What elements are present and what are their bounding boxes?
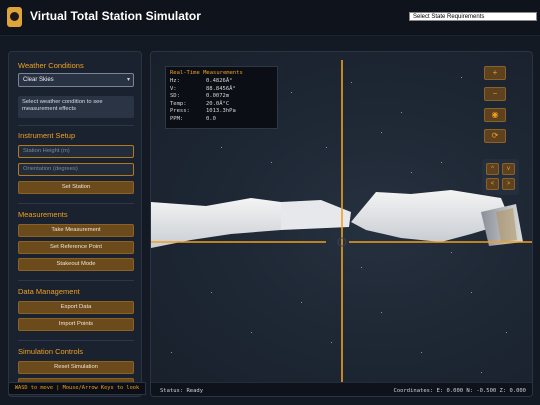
star — [411, 172, 412, 173]
navigation-pad: ^ v < > — [482, 159, 519, 195]
star — [326, 147, 327, 148]
instrument-section-title: Instrument Setup — [18, 131, 76, 140]
terrain-slab-left — [151, 198, 281, 248]
divider — [18, 280, 134, 281]
stakeout-mode-button[interactable]: Stakeout Mode — [18, 258, 134, 271]
readout-row: V: 88.8456Â° — [170, 85, 236, 92]
star — [441, 162, 442, 163]
star — [421, 352, 422, 353]
export-data-button[interactable]: Export Data — [18, 301, 134, 314]
star — [381, 132, 382, 133]
weather-selected-value: Clear Skies — [23, 77, 54, 83]
star — [471, 292, 472, 293]
chevron-down-icon: ▾ — [126, 77, 130, 83]
star — [351, 82, 352, 83]
station-height-input[interactable]: Station Height (m) — [18, 145, 134, 158]
take-measurement-button[interactable]: Take Measurement — [18, 224, 134, 237]
readout-row: PPM: 0.0 — [170, 115, 216, 122]
reset-view-button[interactable]: ⟳ — [484, 129, 506, 143]
nav-right-icon[interactable]: > — [502, 178, 515, 190]
nav-down-icon[interactable]: v — [502, 163, 515, 175]
weather-info: Select weather condition to see measurem… — [18, 96, 134, 118]
star — [331, 342, 332, 343]
logo-icon — [7, 7, 22, 27]
readout-row: SD: 0.0072m — [170, 93, 230, 100]
star — [171, 352, 172, 353]
star — [461, 77, 462, 78]
set-station-button[interactable]: Set Station — [18, 181, 134, 194]
star — [451, 252, 452, 253]
star — [291, 92, 292, 93]
simulation-section-title: Simulation Controls — [18, 347, 84, 356]
weather-select[interactable]: Clear Skies ▾ — [18, 73, 134, 87]
measurements-section-title: Measurements — [18, 210, 68, 219]
state-requirements-select[interactable]: Select State Requirements — [409, 12, 537, 21]
readout-title: Real-Time Measurements — [170, 70, 243, 76]
divider — [18, 125, 134, 126]
star — [381, 312, 382, 313]
nav-left-icon[interactable]: < — [486, 178, 499, 190]
data-management-section-title: Data Management — [18, 287, 80, 296]
nav-up-icon[interactable]: ^ — [486, 163, 499, 175]
divider — [18, 203, 134, 204]
weather-section-title: Weather Conditions — [18, 61, 84, 70]
import-points-button[interactable]: Import Points — [18, 318, 134, 331]
readout-row: Hz: 0.4826Â° — [170, 78, 233, 84]
star — [211, 292, 212, 293]
status-text: Status: Ready — [160, 388, 204, 394]
zoom-out-button[interactable]: − — [484, 87, 506, 101]
simulation-viewport[interactable]: Real-Time Measurements Hz: 0.4826Â° V: 88.… — [150, 51, 533, 397]
status-bar: Status: Ready Coordinates: E: 0.000 N: -… — [151, 382, 532, 396]
set-reference-point-button[interactable]: Set Reference Point — [18, 241, 134, 254]
controls-hint: WASD to move | Mouse/Arrow Keys to look — [8, 382, 146, 395]
app-title: Virtual Total Station Simulator — [30, 9, 201, 23]
target-button[interactable]: ◉ — [484, 108, 506, 122]
app-header: Virtual Total Station Simulator Select S… — [0, 0, 540, 36]
readout-row: Temp: 20.0Â°C — [170, 100, 230, 107]
control-sidebar: Weather Conditions Clear Skies ▾ Select … — [8, 51, 142, 397]
star — [271, 162, 272, 163]
terrain-slab-mid — [281, 200, 351, 230]
star — [481, 372, 482, 373]
zoom-in-button[interactable]: + — [484, 66, 506, 80]
orientation-input[interactable]: Orientation (degrees) — [18, 163, 134, 176]
star — [221, 147, 222, 148]
readout-row: Press: 1013.3hPa — [170, 108, 236, 115]
star — [401, 112, 402, 113]
star — [361, 267, 362, 268]
measurements-readout: Real-Time Measurements Hz: 0.4826Â° V: 88.… — [165, 66, 278, 129]
star — [506, 332, 507, 333]
divider — [18, 340, 134, 341]
reset-simulation-button[interactable]: Reset Simulation — [18, 361, 134, 374]
coordinates-readout: Coordinates: E: 0.000 N: -0.500 Z: 0.000 — [393, 388, 526, 394]
star — [301, 302, 302, 303]
star — [251, 332, 252, 333]
